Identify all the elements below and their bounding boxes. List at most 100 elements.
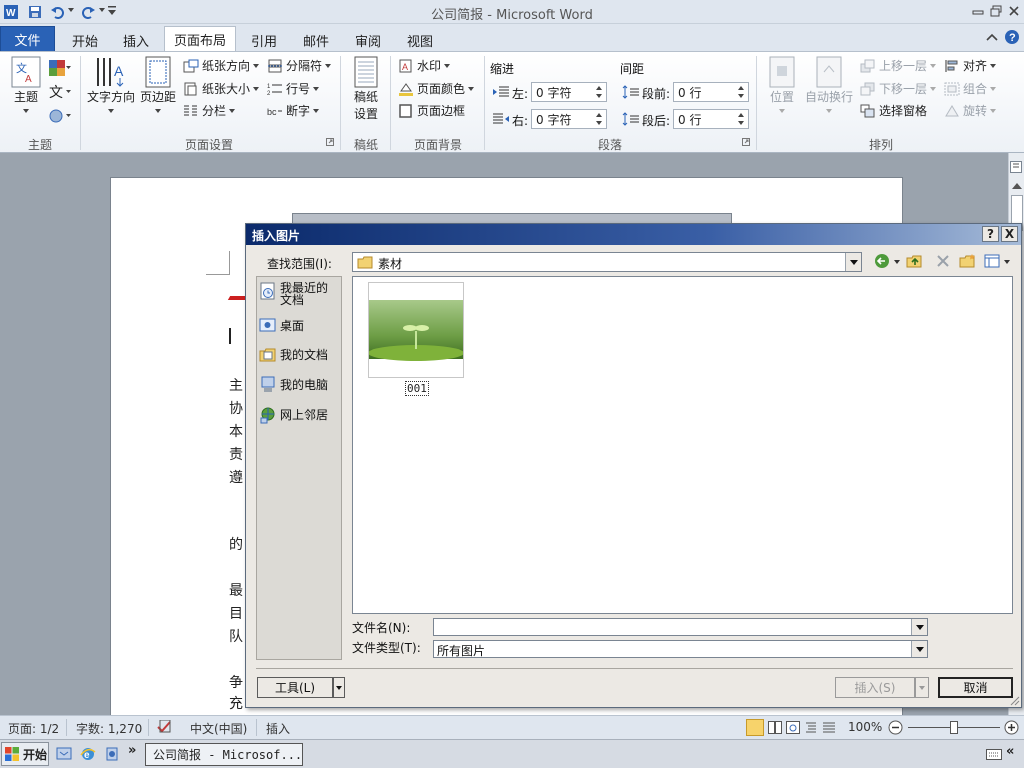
insert-dropdown-icon[interactable]: [915, 677, 929, 698]
insert-mode-indicator[interactable]: 插入: [266, 720, 290, 737]
watermark-button[interactable]: A 水印: [398, 57, 451, 74]
page-color-button[interactable]: 页面颜色: [398, 80, 475, 97]
spacing-after-spinner[interactable]: 0 行: [673, 109, 749, 129]
help-icon[interactable]: ?: [1004, 29, 1020, 45]
start-button[interactable]: 开始: [1, 742, 49, 766]
delete-icon[interactable]: [936, 254, 950, 268]
group-button[interactable]: 组合: [944, 80, 997, 97]
draft-view-icon[interactable]: [822, 721, 836, 734]
dialog-title-bar[interactable]: 插入图片 ? X: [246, 224, 1021, 245]
tab-file[interactable]: 文件: [0, 26, 55, 52]
paper-size-label: 纸张大小: [202, 82, 251, 96]
close-window-icon[interactable]: [1006, 3, 1022, 19]
insert-button[interactable]: 插入(S): [835, 677, 915, 698]
place-recent-documents[interactable]: 我最近的 文档: [259, 282, 341, 306]
place-my-documents[interactable]: 我的文档: [259, 346, 341, 364]
outline-view-icon[interactable]: [804, 721, 818, 734]
dialog-help-button[interactable]: ?: [982, 226, 999, 242]
wrap-text-button[interactable]: 自动换行: [804, 56, 854, 113]
place-my-computer[interactable]: 我的电脑: [259, 376, 341, 394]
minimize-icon[interactable]: [970, 3, 986, 19]
dialog-close-button[interactable]: X: [1001, 226, 1018, 242]
breaks-button[interactable]: 分隔符: [267, 57, 332, 74]
look-in-combo[interactable]: 素材: [352, 252, 862, 272]
draft-paper-settings-button[interactable]: 稿纸 设置: [346, 56, 386, 122]
filename-dropdown-icon[interactable]: [911, 619, 927, 635]
tab-insert[interactable]: 插入: [112, 28, 160, 52]
tab-home[interactable]: 开始: [60, 28, 110, 52]
proofing-icon[interactable]: [156, 720, 174, 734]
columns-button[interactable]: 分栏: [183, 102, 236, 119]
file-name-label[interactable]: 001: [405, 381, 429, 396]
bring-forward-button[interactable]: 上移一层: [860, 57, 937, 74]
quicklaunch-media-icon[interactable]: [104, 746, 120, 762]
zoom-in-icon[interactable]: [1004, 720, 1019, 735]
place-desktop[interactable]: 桌面: [259, 317, 341, 335]
word-count[interactable]: 字数: 1,270: [76, 720, 142, 737]
tools-button[interactable]: 工具(L): [257, 677, 333, 698]
cancel-button[interactable]: 取消: [938, 677, 1013, 698]
hyphenation-button[interactable]: bc 断字: [267, 102, 320, 119]
tools-label: 工具(L): [274, 681, 316, 695]
selection-pane-button[interactable]: 选择窗格: [860, 102, 927, 119]
quicklaunch-more-chevron[interactable]: »: [128, 743, 136, 758]
views-icon[interactable]: [984, 254, 1000, 268]
web-layout-icon[interactable]: [786, 721, 800, 734]
print-layout-view-icon[interactable]: [746, 719, 764, 736]
tools-dropdown-icon[interactable]: [333, 677, 345, 698]
themes-button[interactable]: 文A 主题: [6, 56, 46, 113]
zoom-slider-thumb[interactable]: [950, 721, 958, 734]
ruler-toggle-icon[interactable]: [1010, 161, 1022, 173]
file-list[interactable]: 001: [352, 276, 1013, 614]
margins-button[interactable]: 页边距: [138, 56, 178, 113]
page-setup-launcher-icon[interactable]: [326, 138, 334, 146]
taskbar-word-window[interactable]: W 公司简报 - Microsof...: [145, 743, 303, 766]
rotate-button[interactable]: 旋转: [944, 102, 997, 119]
tab-review[interactable]: 审阅: [344, 28, 392, 52]
tray-keyboard-icon[interactable]: [986, 747, 1002, 761]
send-backward-button[interactable]: 下移一层: [860, 80, 937, 97]
full-screen-reading-icon[interactable]: [768, 721, 782, 734]
up-one-level-icon[interactable]: [906, 253, 924, 269]
tab-mailings[interactable]: 邮件: [292, 28, 340, 52]
orientation-button[interactable]: 纸张方向: [183, 57, 260, 74]
filetype-select[interactable]: 所有图片: [433, 640, 928, 658]
collapse-ribbon-icon[interactable]: [986, 32, 998, 42]
position-button[interactable]: 位置: [764, 56, 800, 113]
restore-icon[interactable]: [988, 3, 1004, 19]
views-dropdown-icon[interactable]: [1004, 260, 1010, 264]
indent-left-spinner[interactable]: 0 字符: [531, 82, 607, 102]
paper-size-button[interactable]: 纸张大小: [183, 80, 260, 97]
language-indicator[interactable]: 中文(中国): [190, 720, 247, 737]
tab-references[interactable]: 引用: [240, 28, 288, 52]
tab-page-layout[interactable]: 页面布局: [164, 26, 236, 52]
align-button[interactable]: 对齐: [944, 57, 997, 74]
back-dropdown-icon[interactable]: [894, 260, 900, 264]
quicklaunch-show-desktop-icon[interactable]: [56, 746, 72, 762]
new-folder-icon[interactable]: [959, 253, 977, 269]
resize-grip-icon[interactable]: [1010, 696, 1020, 706]
theme-effects-icon[interactable]: [49, 108, 71, 124]
indent-right-spinner[interactable]: 0 字符: [531, 109, 607, 129]
places-bar: 我最近的 文档 桌面 我的文档 我的电脑 网上邻居: [256, 276, 342, 660]
zoom-level[interactable]: 100%: [848, 720, 882, 734]
line-numbers-button[interactable]: 12 行号: [267, 80, 320, 97]
look-in-dropdown-icon[interactable]: [845, 253, 861, 271]
theme-fonts-icon[interactable]: 文: [49, 84, 71, 100]
filename-input[interactable]: [433, 618, 928, 636]
scroll-up-icon[interactable]: [1012, 183, 1022, 189]
quicklaunch-ie-icon[interactable]: e: [80, 746, 96, 762]
file-thumbnail[interactable]: [368, 282, 464, 378]
paragraph-launcher-icon[interactable]: [742, 138, 750, 146]
back-icon[interactable]: [874, 253, 890, 269]
tab-view[interactable]: 视图: [396, 28, 444, 52]
theme-colors-icon[interactable]: [49, 60, 71, 76]
page-count[interactable]: 页面: 1/2: [8, 720, 59, 737]
spacing-before-spinner[interactable]: 0 行: [673, 82, 749, 102]
filetype-dropdown-icon[interactable]: [911, 641, 927, 657]
tray-expand-chevron[interactable]: «: [1006, 744, 1014, 759]
zoom-out-icon[interactable]: [888, 720, 903, 735]
place-network[interactable]: 网上邻居: [259, 406, 341, 424]
page-borders-button[interactable]: 页面边框: [398, 102, 465, 119]
text-direction-button[interactable]: A 文字方向: [86, 56, 136, 113]
